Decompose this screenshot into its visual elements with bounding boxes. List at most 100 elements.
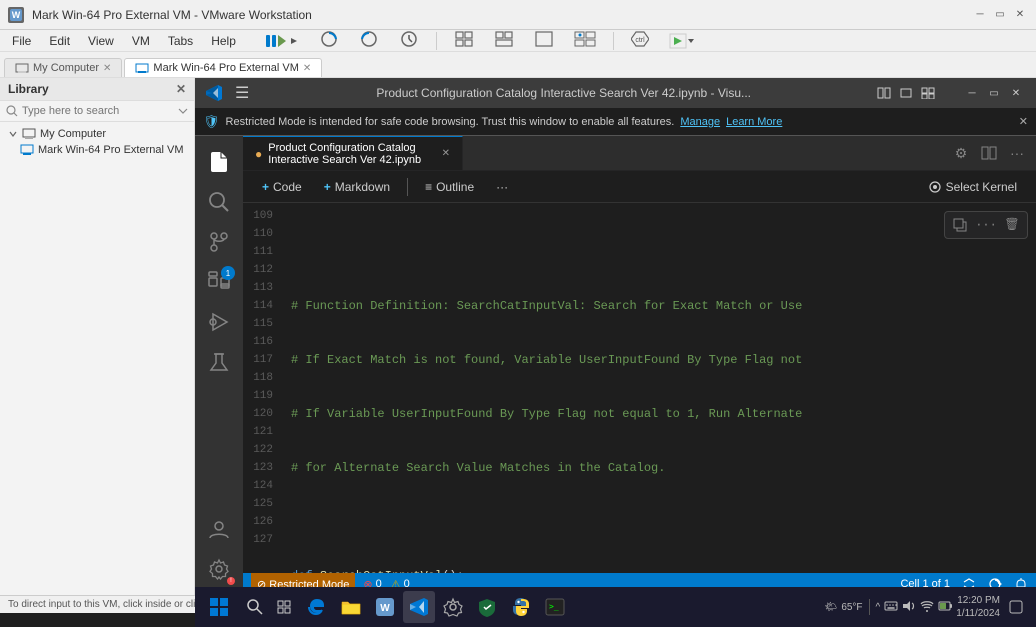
- tree-item-vm[interactable]: Mark Win-64 Pro External VM: [4, 142, 190, 158]
- copy-cell-icon[interactable]: [949, 214, 971, 236]
- vscode-menu-icon[interactable]: ☰: [231, 83, 253, 103]
- code-editor[interactable]: ··· 🗑 109 110 111 112 113 114 1: [243, 203, 1036, 573]
- notebook-toolbar: + Code + Markdown ≡ Outline ···: [243, 171, 1036, 203]
- send-ctrlaltdel-button[interactable]: ctrl: [624, 28, 656, 53]
- linenum-114: 114: [243, 297, 283, 315]
- vscode-tile-button[interactable]: [874, 83, 894, 103]
- explorer-icon[interactable]: [201, 144, 237, 180]
- volume-icon[interactable]: [902, 600, 916, 615]
- chevron-up-icon[interactable]: ^: [876, 602, 881, 613]
- menu-file[interactable]: File: [4, 32, 39, 50]
- taskbar-search-button[interactable]: [241, 593, 269, 621]
- taskbar-vscode-icon[interactable]: [403, 591, 435, 623]
- test-icon[interactable]: [201, 344, 237, 380]
- notebook-tab-close[interactable]: ✕: [442, 148, 450, 159]
- linenum-122: 122: [243, 441, 283, 459]
- more-cell-actions-icon[interactable]: ···: [975, 214, 997, 236]
- vmware-window-controls: ─ ▭ ✕: [972, 7, 1028, 23]
- delete-cell-icon[interactable]: 🗑: [1001, 214, 1023, 236]
- line-numbers: 109 110 111 112 113 114 115 116 117 118: [243, 203, 283, 573]
- snapshot-button[interactable]: [312, 27, 346, 54]
- power-options-button[interactable]: [662, 30, 702, 52]
- taskbar-python-icon[interactable]: [505, 591, 537, 623]
- library-search-bar[interactable]: [0, 101, 194, 122]
- vmware-tab-vm[interactable]: Mark Win-64 Pro External VM ✕: [124, 58, 322, 77]
- code-line-111: # If Exact Match is not found, Variable …: [291, 351, 1036, 369]
- code-line-110: # Function Definition: SearchCatInputVal…: [291, 297, 1036, 315]
- vscode-restore-button[interactable]: ▭: [984, 83, 1004, 103]
- tab-vm-label: Mark Win-64 Pro External VM: [153, 62, 298, 74]
- settings-icon[interactable]: !: [201, 551, 237, 587]
- taskbar-edge-icon[interactable]: [301, 591, 333, 623]
- library-close-icon[interactable]: ✕: [176, 82, 186, 96]
- menu-help[interactable]: Help: [203, 32, 244, 50]
- vscode-titlebar: ☰ Product Configuration Catalog Interact…: [195, 78, 1036, 108]
- menu-edit[interactable]: Edit: [41, 32, 78, 50]
- select-kernel-button[interactable]: Select Kernel: [919, 176, 1026, 198]
- pause-resume-button[interactable]: [258, 30, 306, 52]
- settings-gear-icon[interactable]: ⚙: [950, 142, 972, 164]
- banner-close-icon[interactable]: ✕: [1019, 115, 1028, 128]
- code-line-115: def SearchCatInputVal():: [291, 567, 1036, 573]
- close-vm-tab[interactable]: ✕: [303, 63, 311, 74]
- view-maximized-button[interactable]: [527, 28, 561, 53]
- network-icon[interactable]: [920, 600, 934, 615]
- search-activity-icon[interactable]: [201, 184, 237, 220]
- more-notebook-actions[interactable]: ···: [487, 176, 517, 198]
- taskbar-terminal-icon[interactable]: >_: [539, 591, 571, 623]
- temperature: 65°F: [841, 602, 862, 613]
- vscode-close-button[interactable]: ✕: [1006, 83, 1026, 103]
- taskbar-settings-icon[interactable]: [437, 591, 469, 623]
- split-editor-icon[interactable]: [978, 142, 1000, 164]
- vscode-minimize-button[interactable]: ─: [962, 83, 982, 103]
- view-quick-switch-button[interactable]: [567, 28, 603, 53]
- menu-tabs[interactable]: Tabs: [160, 32, 201, 50]
- add-code-button[interactable]: + Code: [253, 176, 311, 198]
- close-mycomputer-tab[interactable]: ✕: [103, 63, 111, 74]
- keyboard-icon[interactable]: [884, 601, 898, 614]
- task-view-button[interactable]: [271, 593, 299, 621]
- restore-snapshot-button[interactable]: [352, 27, 386, 54]
- menu-view[interactable]: View: [80, 32, 122, 50]
- library-search-input[interactable]: [22, 105, 174, 117]
- view-unity-button[interactable]: [487, 28, 521, 53]
- vscode-logo: [205, 84, 223, 102]
- tree-item-mycomputer[interactable]: My Computer: [4, 126, 190, 142]
- vscode-maximize-button[interactable]: [896, 83, 916, 103]
- restore-button[interactable]: ▭: [992, 7, 1008, 23]
- add-markdown-button[interactable]: + Markdown: [315, 176, 399, 198]
- minimize-button[interactable]: ─: [972, 7, 988, 23]
- add-code-label: Code: [273, 180, 302, 194]
- linenum-121: 121: [243, 423, 283, 441]
- taskbar-vmware-icon[interactable]: W: [369, 591, 401, 623]
- notebook-tab[interactable]: ● Product Configuration Catalog Interact…: [243, 136, 463, 170]
- battery-icon[interactable]: [938, 601, 952, 614]
- vmware-tab-mycomputer[interactable]: My Computer ✕: [4, 58, 122, 77]
- learn-more-link[interactable]: Learn More: [726, 116, 782, 128]
- run-debug-icon[interactable]: [201, 304, 237, 340]
- code-content[interactable]: # Function Definition: SearchCatInputVal…: [283, 203, 1036, 573]
- view-fullscreen-button[interactable]: [447, 28, 481, 53]
- taskbar-defender-icon[interactable]: [471, 591, 503, 623]
- more-actions-icon[interactable]: ···: [1006, 142, 1028, 164]
- source-control-icon[interactable]: [201, 224, 237, 260]
- extensions-icon[interactable]: 1: [201, 264, 237, 300]
- editor-area: ● Product Configuration Catalog Interact…: [243, 136, 1036, 595]
- close-button[interactable]: ✕: [1012, 7, 1028, 23]
- library-tree: My Computer Mark Win-64 Pro External VM: [0, 122, 194, 162]
- manage-link[interactable]: Manage: [680, 116, 720, 128]
- clock[interactable]: 12:20 PM 1/11/2024: [956, 594, 1000, 620]
- clock-time: 12:20 PM: [956, 594, 1000, 607]
- svg-text:>_: >_: [549, 602, 559, 611]
- taskbar-explorer-icon[interactable]: [335, 591, 367, 623]
- menu-vm[interactable]: VM: [124, 32, 158, 50]
- weather-icon[interactable]: 🌤: [825, 602, 838, 613]
- notification-center-icon[interactable]: [1004, 595, 1028, 619]
- outline-button[interactable]: ≡ Outline: [416, 176, 483, 198]
- start-button[interactable]: [199, 591, 239, 623]
- vscode-tile2-button[interactable]: [918, 83, 938, 103]
- linenum-119: 119: [243, 387, 283, 405]
- snapshot-manager-button[interactable]: [392, 27, 426, 54]
- accounts-icon[interactable]: [201, 511, 237, 547]
- svg-text:ctrl: ctrl: [635, 37, 645, 44]
